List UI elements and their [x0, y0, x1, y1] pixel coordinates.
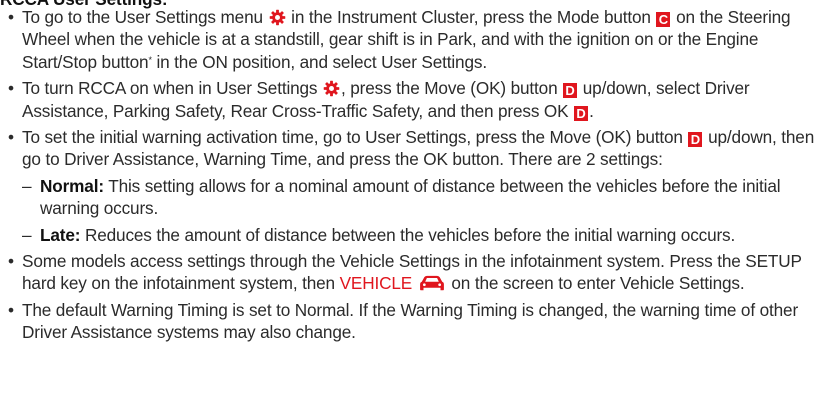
bullet-user-settings-menu: To go to the User Settings menu in the I… — [0, 6, 828, 73]
move-button-key-d-icon: D — [574, 105, 589, 121]
setting-term: Late: — [40, 224, 81, 245]
mode-button-key-c-icon: C — [656, 12, 671, 27]
gear-icon — [269, 9, 285, 26]
text: To turn RCCA on when in User Settings — [22, 78, 318, 99]
footnote-asterisk: * — [148, 54, 152, 65]
vehicle-link-text: VEHICLE — [339, 273, 413, 294]
setting-late: – Late: Reduces the amount of distance b… — [0, 224, 828, 246]
text: , press the Move (OK) button — [341, 78, 558, 99]
bullet-turn-rcca-on: To turn RCCA on when in User Settings , … — [0, 77, 828, 122]
setting-description: This setting allows for a nominal amount… — [40, 175, 781, 219]
car-icon — [419, 276, 444, 291]
text: in the ON position, and select User Sett… — [156, 51, 487, 72]
text: on the screen to enter Vehicle Settings. — [451, 273, 745, 294]
text: . — [589, 100, 594, 121]
text: To go to the User Settings menu — [22, 7, 263, 27]
setting-description: Reduces the amount of distance between t… — [84, 224, 736, 245]
bullet-default-warning-timing: The default Warning Timing is set to Nor… — [0, 299, 828, 344]
text: To set the initial warning activation ti… — [22, 127, 683, 148]
move-button-key-d-icon: D — [563, 83, 578, 99]
bullet-infotainment-settings: Some models access settings through the … — [0, 250, 828, 295]
bullet-warning-activation-time: To set the initial warning activation ti… — [0, 126, 828, 171]
dash-mark: – — [22, 175, 32, 196]
settings-instructions: To go to the User Settings menu in the I… — [0, 6, 828, 348]
dash-mark: – — [22, 224, 32, 245]
gear-icon — [323, 80, 340, 97]
setting-term: Normal: — [40, 175, 104, 196]
move-button-key-d-icon: D — [688, 132, 703, 148]
text: The default Warning Timing is set to Nor… — [22, 299, 799, 343]
text: in the Instrument Cluster, press the Mod… — [291, 7, 651, 27]
setting-normal: – Normal: This setting allows for a nomi… — [0, 175, 828, 220]
